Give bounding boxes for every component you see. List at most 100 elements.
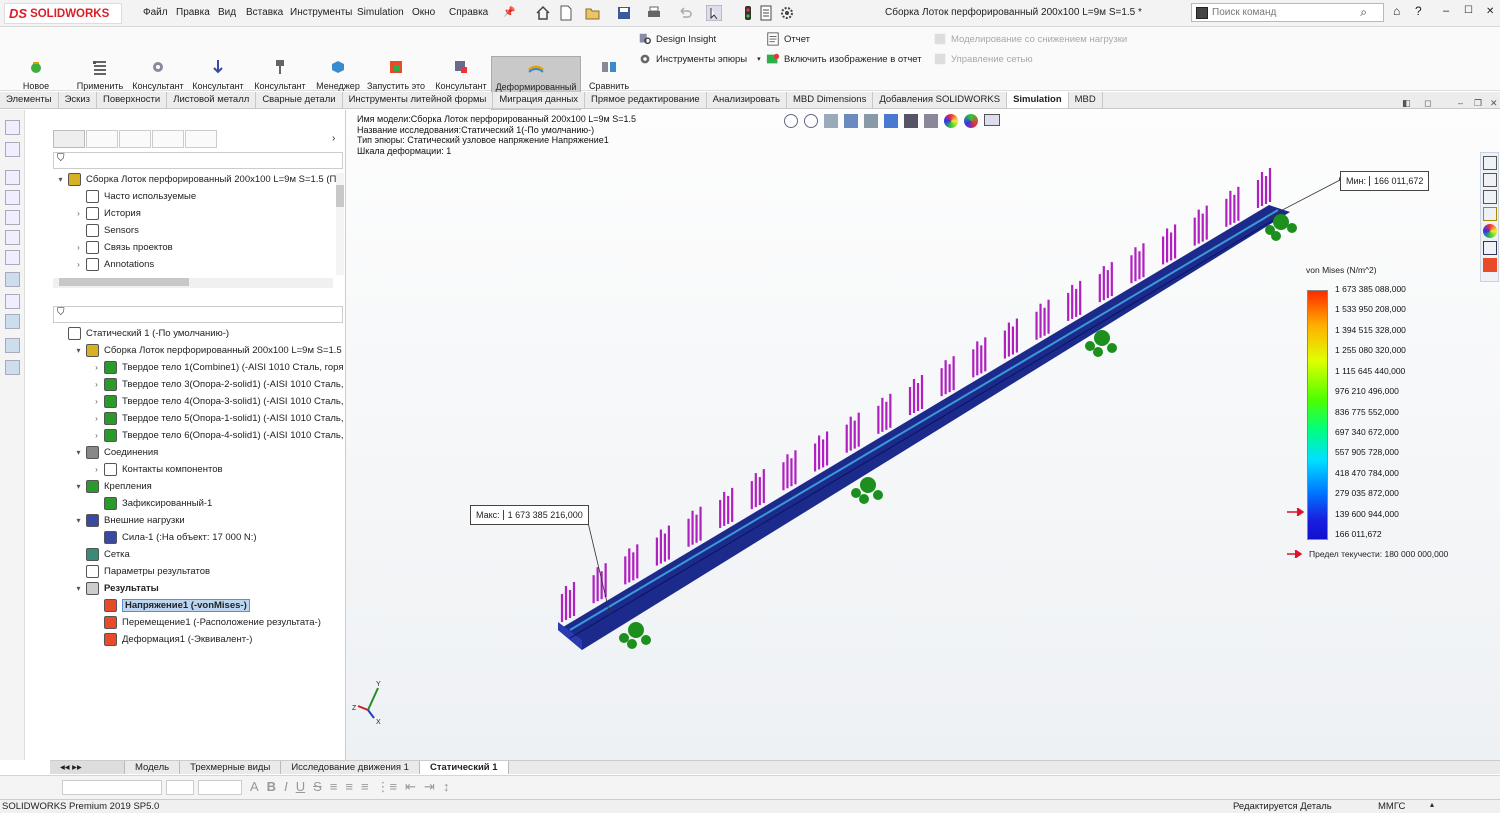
max-callout[interactable]: Макс: 1 673 385 216,000 — [470, 505, 589, 525]
tab-0[interactable]: Элементы — [0, 92, 59, 108]
view-icon[interactable] — [5, 250, 20, 265]
scrollbar-thumb[interactable] — [336, 185, 344, 207]
align-right-icon[interactable]: ≡ — [361, 779, 369, 795]
chevron-right-icon[interactable]: › — [92, 380, 101, 389]
tab-6[interactable]: Миграция данных — [493, 92, 586, 108]
view-icon[interactable] — [5, 190, 20, 205]
dimxpert-tab-icon[interactable] — [152, 130, 184, 148]
options-gear-icon[interactable] — [779, 5, 795, 21]
tree-item[interactable]: › Твердое тело 4(Опора-3-solid1) (-AISI 1… — [52, 393, 344, 410]
include-image-button[interactable]: Включить изображение в отчет — [766, 52, 922, 66]
tab-11[interactable]: Simulation — [1007, 92, 1069, 108]
italic-icon[interactable]: I — [284, 779, 288, 795]
search-scope-icon[interactable] — [1196, 6, 1208, 19]
configuration-tab-icon[interactable] — [119, 130, 151, 148]
tab-7[interactable]: Прямое редактирование — [585, 92, 707, 108]
open-icon[interactable] — [585, 5, 601, 21]
view-icon[interactable] — [5, 294, 20, 309]
filter-box-sim[interactable]: ⛉ — [53, 306, 343, 323]
view-icon[interactable] — [5, 142, 20, 157]
scrollbar-thumb[interactable] — [59, 278, 189, 286]
tree-item[interactable]: Статический 1 (-По умолчанию-) — [52, 325, 344, 342]
chevron-right-icon[interactable]: › — [92, 397, 101, 406]
tree-item[interactable]: Перемещение1 (-Расположение результата-) — [52, 614, 344, 631]
menu-simulation[interactable]: Simulation — [357, 7, 404, 18]
view-icon[interactable] — [5, 272, 20, 287]
bottom-tab-0[interactable]: Модель — [125, 761, 181, 774]
tree-item[interactable]: ▾ Внешние нагрузки — [52, 512, 344, 529]
chevron-right-icon[interactable]: › — [332, 133, 335, 144]
bottom-tab-3[interactable]: Статический 1 — [419, 761, 509, 774]
view-icon[interactable] — [5, 360, 20, 375]
menu-edit[interactable]: Правка — [176, 7, 210, 18]
chevron-down-icon[interactable]: ▾ — [56, 175, 65, 184]
pin-icon[interactable]: 📌 — [503, 7, 515, 18]
cable-tray-beam[interactable] — [558, 205, 1290, 650]
chevron-right-icon[interactable]: › — [74, 209, 83, 218]
align-center-icon[interactable]: ≡ — [345, 779, 353, 795]
tree-item[interactable]: Сетка — [52, 546, 344, 563]
search-input[interactable]: Поиск команд — [1212, 7, 1276, 18]
traffic-light-icon[interactable] — [740, 5, 756, 21]
feature-tree-tab-icon[interactable] — [53, 130, 85, 148]
save-icon[interactable] — [616, 5, 632, 21]
line-style-select[interactable] — [198, 780, 242, 795]
tab-scroll-icon[interactable]: ◂◂ ▸▸ — [50, 761, 125, 774]
tree-item[interactable]: ▾ Крепления — [52, 478, 344, 495]
filter-box[interactable]: ⛉ — [53, 152, 343, 169]
minimize-button[interactable]: – — [1443, 5, 1449, 17]
tab-9[interactable]: MBD Dimensions — [787, 92, 874, 108]
tree-item[interactable]: Часто используемые — [52, 188, 336, 205]
tree-item[interactable]: ▾ Сборка Лоток перфорированный 200x100 L=… — [52, 342, 344, 359]
horizontal-scrollbar[interactable] — [53, 278, 333, 288]
min-callout[interactable]: Мин: 166 011,672 — [1340, 171, 1430, 191]
tree-item[interactable]: Деформация1 (-Эквивалент-) — [52, 631, 344, 648]
chevron-right-icon[interactable]: › — [74, 243, 83, 252]
menu-window[interactable]: Окно — [412, 7, 435, 18]
tree-item[interactable]: › Annotations — [52, 256, 336, 271]
tree-item[interactable]: › История — [52, 205, 336, 222]
maximize-button[interactable]: ☐ — [1464, 5, 1473, 16]
menu-file[interactable]: Файл — [143, 7, 168, 18]
menu-insert[interactable]: Вставка — [246, 7, 283, 18]
tree-item[interactable]: › Связь проектов — [52, 239, 336, 256]
tree-item[interactable]: Зафиксированный-1 — [52, 495, 344, 512]
legend-color-bar[interactable] — [1307, 290, 1328, 540]
units-status[interactable]: ММГС — [1378, 801, 1405, 812]
tree-item[interactable]: › Контакты компонентов — [52, 461, 344, 478]
menu-view[interactable]: Вид — [218, 7, 236, 18]
home-icon[interactable] — [535, 5, 551, 21]
tree-item[interactable]: Параметры результатов — [52, 563, 344, 580]
solidworks-logo[interactable]: DS SOLIDWORKS — [4, 3, 122, 24]
tab-12[interactable]: MBD — [1069, 92, 1103, 108]
undo-icon[interactable] — [677, 5, 693, 21]
view-icon[interactable] — [5, 230, 20, 245]
tab-2[interactable]: Поверхности — [97, 92, 168, 108]
select-cursor-icon[interactable] — [706, 5, 722, 21]
restore-icon[interactable]: ◧ — [1402, 98, 1411, 109]
chevron-right-icon[interactable]: › — [92, 465, 101, 474]
chevron-down-icon[interactable]: ▾ — [74, 346, 83, 355]
expand-icon[interactable]: ◻ — [1424, 98, 1431, 109]
display-manager-tab-icon[interactable] — [185, 130, 217, 148]
command-search[interactable]: Поиск команд ⌕ — [1191, 3, 1384, 22]
strikethrough-icon[interactable]: S — [313, 779, 322, 795]
tree-item[interactable]: ▾ Соединения — [52, 444, 344, 461]
chevron-down-icon[interactable]: ▾ — [74, 516, 83, 525]
spacing-icon[interactable]: ↕ — [443, 779, 450, 795]
help-button[interactable]: ? — [1415, 4, 1422, 18]
bottom-tab-1[interactable]: Трехмерные виды — [180, 761, 282, 774]
tab-4[interactable]: Сварные детали — [256, 92, 343, 108]
dropdown-arrow-icon[interactable]: ▾ — [757, 55, 761, 63]
minimize-doc-icon[interactable]: – — [1458, 98, 1463, 108]
view-icon[interactable] — [5, 210, 20, 225]
chevron-right-icon[interactable]: › — [92, 431, 101, 440]
view-icon[interactable] — [5, 338, 20, 353]
tree-item[interactable]: ▾ Результаты — [52, 580, 344, 597]
tab-3[interactable]: Листовой металл — [167, 92, 257, 108]
tree-item[interactable]: Sensors — [52, 222, 336, 239]
view-icon[interactable] — [5, 314, 20, 329]
tree-item[interactable]: › Твердое тело 6(Опора-4-solid1) (-AISI 1… — [52, 427, 344, 444]
tree-item[interactable]: › Твердое тело 5(Опора-1-solid1) (-AISI 1… — [52, 410, 344, 427]
tree-item[interactable]: Напряжение1 (-vonMises-) — [52, 597, 344, 614]
